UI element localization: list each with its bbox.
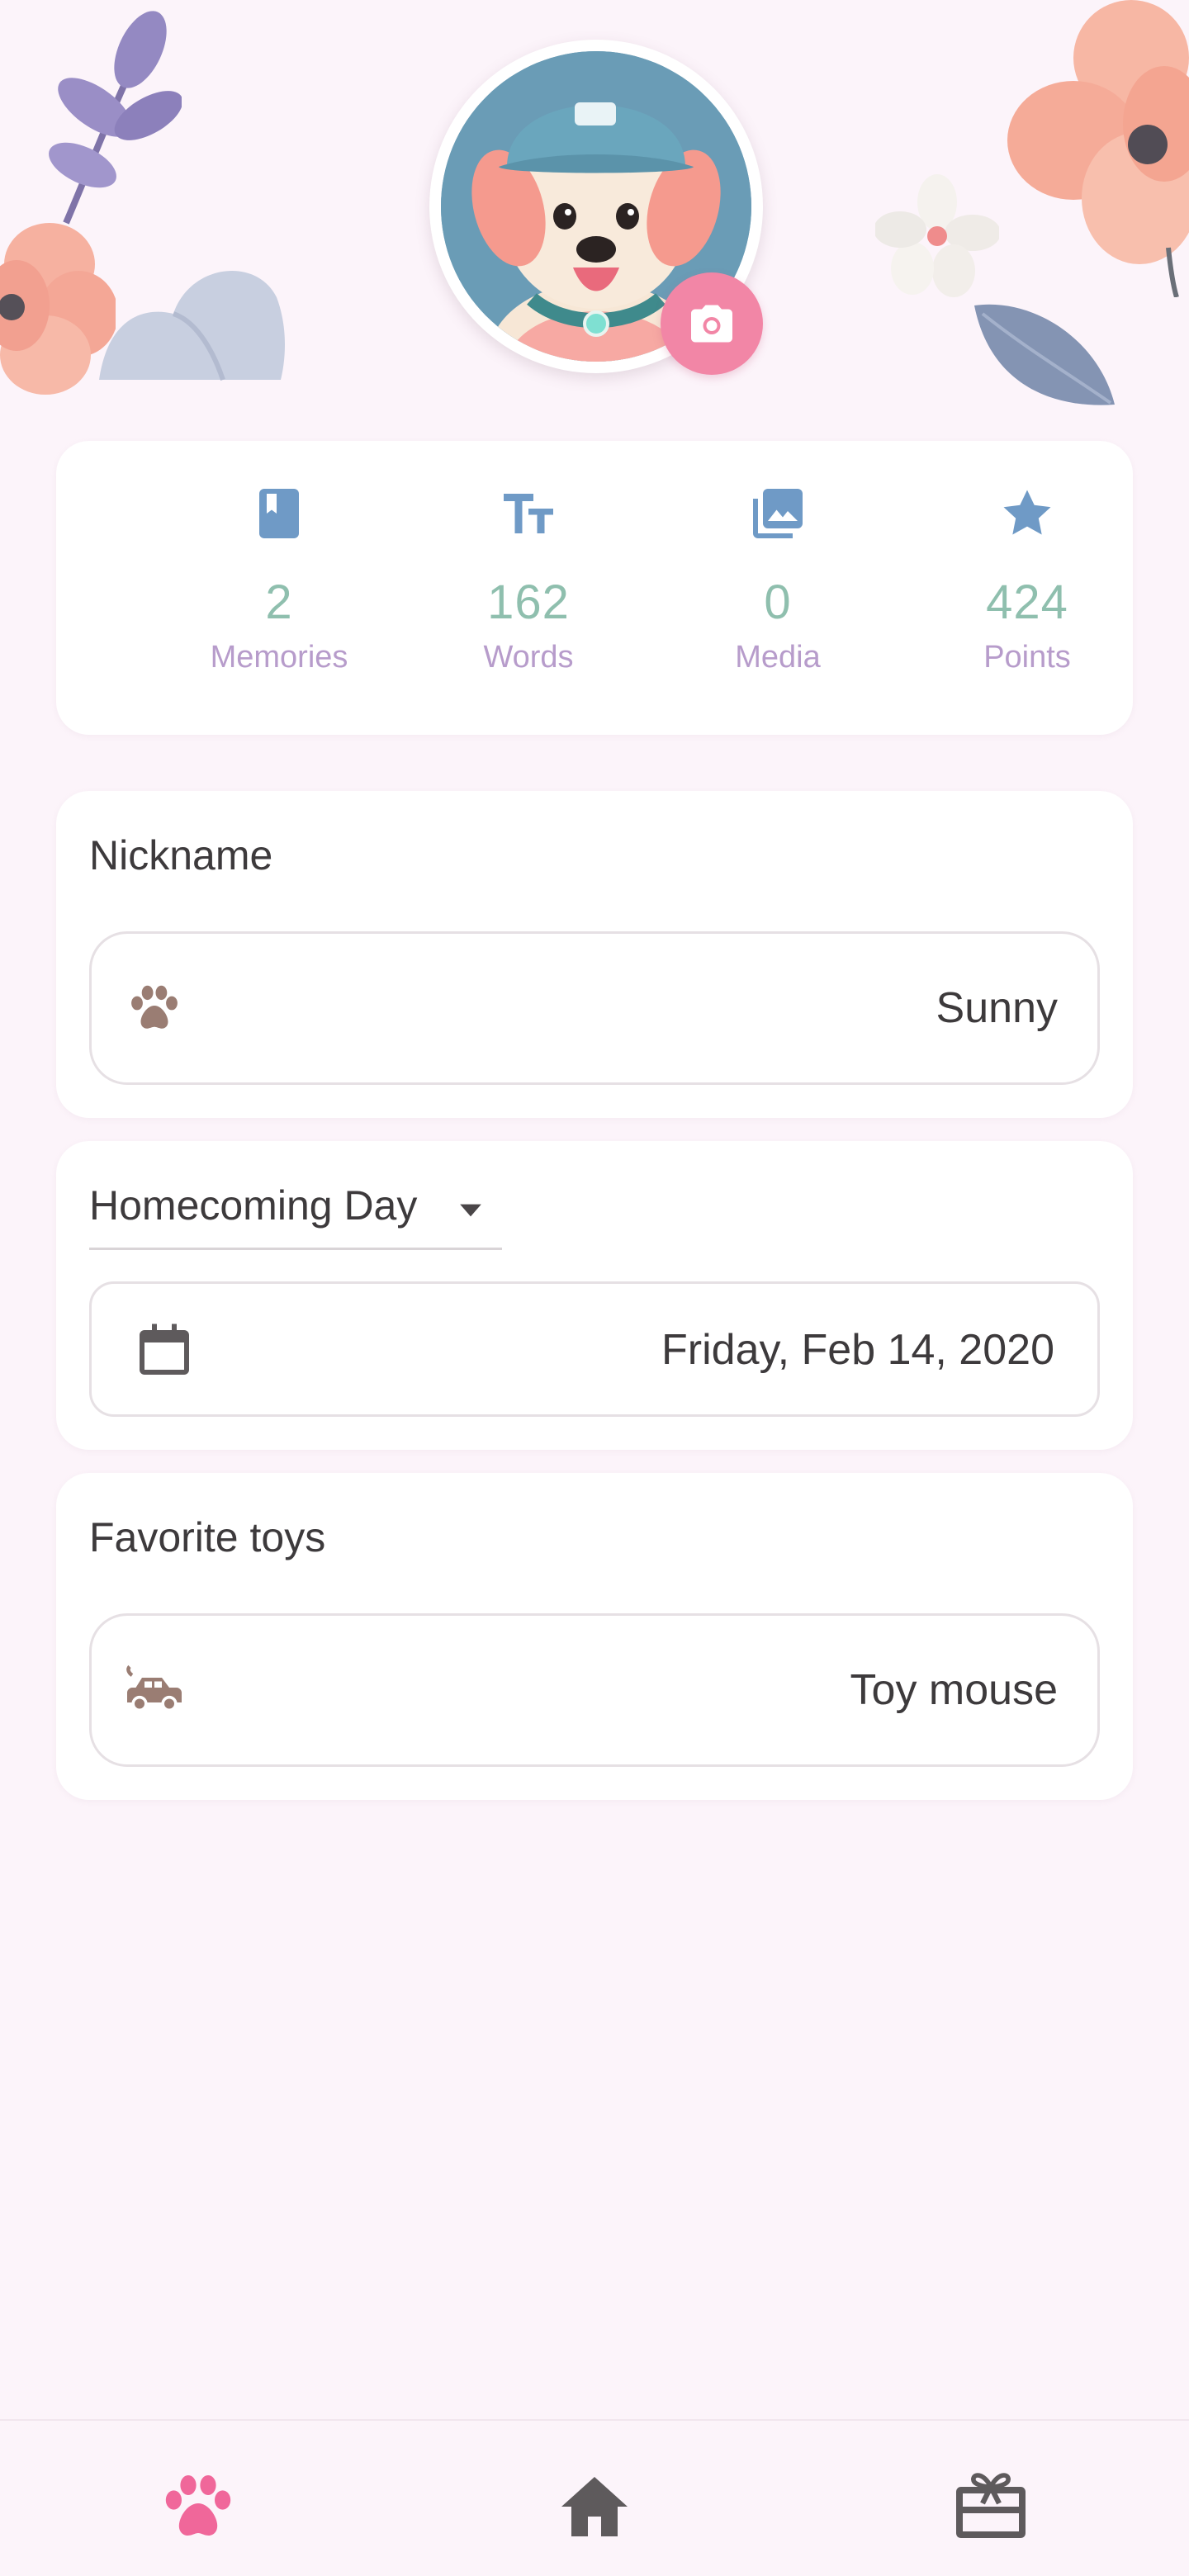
book-icon — [259, 489, 299, 538]
homecoming-dropdown[interactable]: Homecoming Day — [89, 1174, 502, 1250]
favorite-toys-card: Favorite toys Toy mouse — [56, 1473, 1133, 1800]
star-icon — [1003, 490, 1051, 535]
stat-value: 2 — [265, 575, 293, 629]
white-flower-decoration — [875, 174, 999, 297]
paw-icon — [131, 985, 178, 1029]
lavender-leaf-decoration — [49, 11, 182, 225]
home-icon — [561, 2477, 628, 2536]
rock-decoration — [99, 270, 285, 381]
pet-profile-page: 2 Memories 162 Words 0 Media 424 Points … — [0, 0, 1189, 2576]
nav-gifts-tab[interactable] — [941, 2457, 1040, 2556]
toy-car-icon — [126, 1664, 182, 1712]
homecoming-date-field[interactable]: Friday, Feb 14, 2020 — [89, 1281, 1100, 1417]
gift-card-icon — [956, 2473, 1026, 2538]
caret-down-icon — [460, 1204, 481, 1217]
profile-header — [0, 0, 1189, 429]
nav-pets-tab[interactable] — [149, 2457, 248, 2556]
nickname-value: Sunny — [936, 984, 1058, 1032]
favorite-toys-title: Favorite toys — [89, 1514, 326, 1560]
stat-label: Points — [983, 640, 1071, 675]
nickname-title: Nickname — [89, 832, 273, 878]
bottom-navigation — [0, 2419, 1189, 2576]
stat-label: Memories — [210, 640, 348, 675]
favorite-toys-value: Toy mouse — [850, 1666, 1058, 1714]
stat-words[interactable]: 162 Words — [405, 484, 652, 675]
nickname-card: Nickname Sunny — [56, 791, 1133, 1118]
favorite-toys-field[interactable]: Toy mouse — [89, 1613, 1100, 1767]
stats-card: 2 Memories 162 Words 0 Media 424 Points — [56, 441, 1133, 735]
dropdown-label: Homecoming Day — [89, 1182, 418, 1229]
nav-home-tab[interactable] — [545, 2457, 644, 2556]
stat-media[interactable]: 0 Media — [654, 484, 902, 675]
stat-label: Words — [483, 640, 574, 675]
stat-points[interactable]: 424 Points — [903, 484, 1151, 675]
camera-icon — [691, 305, 732, 343]
paw-icon — [165, 2475, 231, 2536]
homecoming-card: Homecoming Day Friday, Feb 14, 2020 — [56, 1141, 1133, 1450]
blue-leaf-decoration — [974, 304, 1115, 405]
stat-memories[interactable]: 2 Memories — [155, 484, 403, 675]
stat-label: Media — [735, 640, 821, 675]
text-size-icon — [504, 494, 553, 533]
stat-value: 162 — [487, 575, 570, 629]
peach-flower-decoration — [1007, 0, 1189, 297]
change-photo-button[interactable] — [661, 272, 763, 375]
calendar-icon — [140, 1324, 189, 1375]
photo-library-icon — [753, 489, 803, 538]
stat-value: 0 — [764, 575, 792, 629]
homecoming-date-value: Friday, Feb 14, 2020 — [661, 1326, 1054, 1374]
nickname-field[interactable]: Sunny — [89, 931, 1100, 1085]
stat-value: 424 — [986, 575, 1068, 629]
